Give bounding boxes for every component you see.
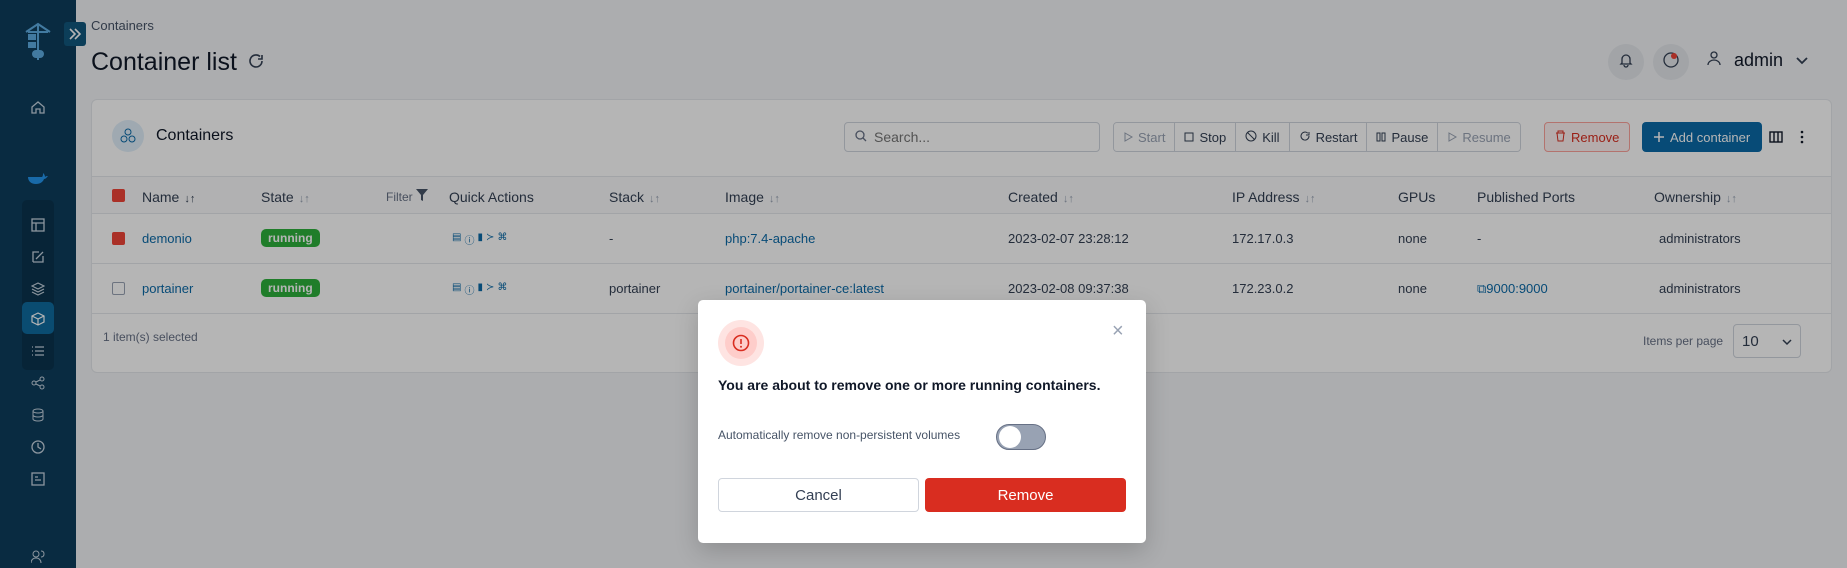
confirm-remove-dialog: × You are about to remove one or more ru… bbox=[698, 300, 1146, 543]
close-button[interactable]: × bbox=[1112, 320, 1124, 343]
cancel-button[interactable]: Cancel bbox=[718, 478, 919, 512]
toggle-knob bbox=[999, 426, 1021, 448]
alert-circle-icon bbox=[725, 327, 757, 359]
dialog-message: You are about to remove one or more runn… bbox=[718, 377, 1101, 393]
remove-volumes-label: Automatically remove non-persistent volu… bbox=[718, 428, 961, 442]
confirm-remove-button[interactable]: Remove bbox=[925, 478, 1126, 512]
remove-volumes-toggle[interactable] bbox=[996, 424, 1046, 450]
warning-icon-circle bbox=[718, 320, 764, 366]
